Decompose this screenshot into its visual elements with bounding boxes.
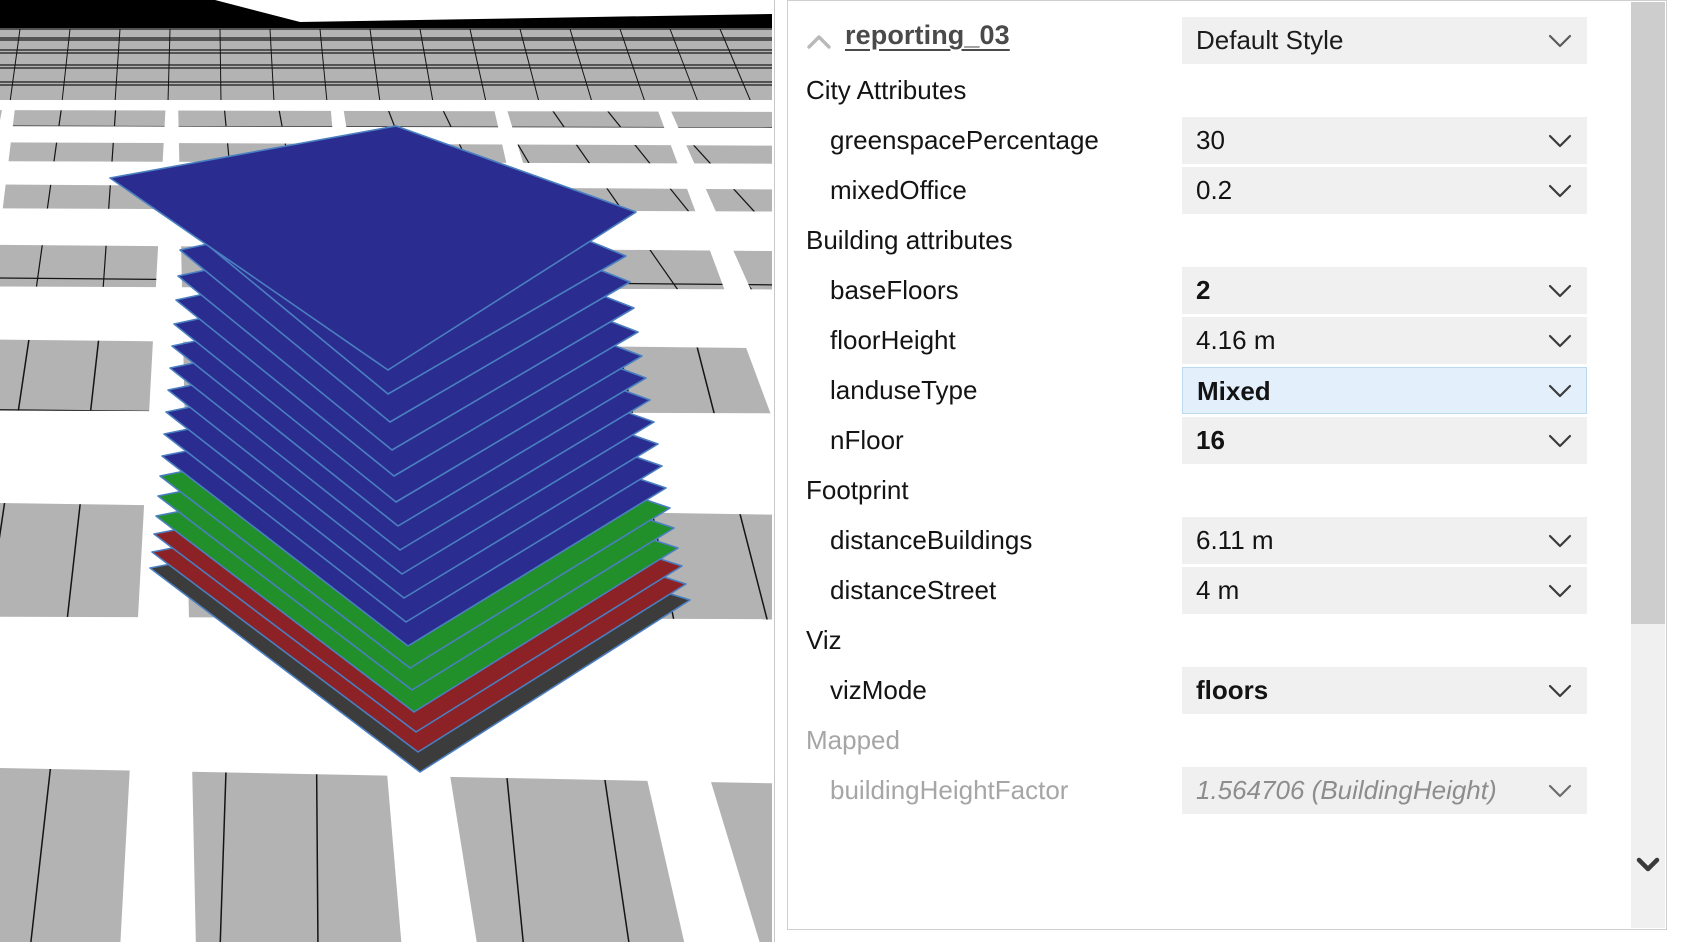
chevron-down-icon — [1547, 282, 1573, 300]
style-dropdown-value: Default Style — [1196, 25, 1343, 56]
scrollbar-thumb[interactable] — [1631, 2, 1665, 624]
attribute-label: buildingHeightFactor — [830, 775, 1068, 806]
attribute-label: nFloor — [830, 425, 904, 456]
attribute-label: distanceStreet — [830, 575, 996, 606]
attribute-value-dropdown[interactable]: 0.2 — [1182, 167, 1587, 214]
attribute-label: vizMode — [830, 675, 927, 706]
attribute-value-dropdown[interactable]: 2 — [1182, 267, 1587, 314]
attribute-inspector-panel: reporting_03 Default Style City Attribut… — [787, 0, 1667, 930]
style-dropdown[interactable]: Default Style — [1182, 17, 1587, 64]
attribute-group-row: Mapped — [788, 717, 1666, 767]
attribute-value: floors — [1196, 675, 1268, 706]
attribute-value: 2 — [1196, 275, 1210, 306]
attribute-value: 30 — [1196, 125, 1225, 156]
attribute-value-dropdown[interactable]: floors — [1182, 667, 1587, 714]
attribute-label: landuseType — [830, 375, 977, 406]
chevron-up-icon[interactable] — [806, 31, 832, 53]
chevron-down-icon — [1547, 432, 1573, 450]
group-label: Footprint — [806, 475, 909, 506]
inspector-header: reporting_03 Default Style — [788, 17, 1666, 67]
3d-scene — [0, 0, 772, 942]
attribute-row: floorHeight 4.16 m — [788, 317, 1666, 367]
attribute-row: buildingHeightFactor 1.564706 (BuildingH… — [788, 767, 1666, 817]
chevron-down-icon — [1547, 332, 1573, 350]
attribute-row: distanceStreet 4 m — [788, 567, 1666, 617]
group-label: Mapped — [806, 725, 900, 756]
chevron-down-icon — [1547, 182, 1573, 200]
vertical-scrollbar[interactable] — [1631, 2, 1665, 928]
attribute-row: nFloor 16 — [788, 417, 1666, 467]
attribute-value-dropdown[interactable]: 4.16 m — [1182, 317, 1587, 364]
attribute-value-dropdown[interactable]: 30 — [1182, 117, 1587, 164]
window-right-margin — [1668, 0, 1700, 942]
attribute-value: 6.11 m — [1196, 525, 1274, 556]
attribute-group-row: City Attributes — [788, 67, 1666, 117]
attribute-label: baseFloors — [830, 275, 959, 306]
panel-splitter[interactable] — [774, 0, 775, 942]
3d-city-viewport[interactable] — [0, 0, 772, 942]
attribute-value: 16 — [1196, 425, 1225, 456]
attribute-row: mixedOffice 0.2 — [788, 167, 1666, 217]
chevron-down-icon — [1635, 855, 1661, 878]
attribute-label: floorHeight — [830, 325, 956, 356]
chevron-down-icon — [1547, 682, 1573, 700]
attribute-label: mixedOffice — [830, 175, 967, 206]
attribute-rows: City Attributes greenspacePercentage 30 … — [788, 67, 1666, 817]
attribute-value: 0.2 — [1196, 175, 1232, 206]
attribute-label: distanceBuildings — [830, 525, 1032, 556]
attribute-row: greenspacePercentage 30 — [788, 117, 1666, 167]
attribute-row-selected: landuseType Mixed — [788, 367, 1666, 417]
attribute-group-row: Footprint — [788, 467, 1666, 517]
attribute-value: 4.16 m — [1196, 325, 1276, 356]
group-label: City Attributes — [806, 75, 966, 106]
scrollbar-down-button[interactable] — [1631, 844, 1665, 888]
attribute-group-row: Building attributes — [788, 217, 1666, 267]
attribute-group-row: Viz — [788, 617, 1666, 667]
chevron-down-icon — [1547, 132, 1573, 150]
attribute-value: 1.564706 (BuildingHeight) — [1196, 775, 1497, 806]
chevron-down-icon — [1547, 32, 1573, 50]
group-label: Viz — [806, 625, 842, 656]
attribute-label: greenspacePercentage — [830, 125, 1099, 156]
attribute-value: 4 m — [1196, 575, 1239, 606]
chevron-down-icon — [1547, 782, 1573, 800]
group-label: Building attributes — [806, 225, 1013, 256]
attribute-value-dropdown[interactable]: Mixed — [1182, 367, 1587, 414]
attribute-value-dropdown[interactable]: 6.11 m — [1182, 517, 1587, 564]
chevron-down-icon — [1547, 532, 1573, 550]
rule-file-title[interactable]: reporting_03 — [845, 20, 1010, 51]
chevron-down-icon — [1547, 582, 1573, 600]
attribute-value-dropdown[interactable]: 4 m — [1182, 567, 1587, 614]
chevron-down-icon — [1547, 382, 1573, 400]
inspector-window: reporting_03 Default Style City Attribut… — [0, 0, 1700, 942]
attribute-value-dropdown[interactable]: 16 — [1182, 417, 1587, 464]
attribute-row: vizMode floors — [788, 667, 1666, 717]
attribute-row: distanceBuildings 6.11 m — [788, 517, 1666, 567]
attribute-row: baseFloors 2 — [788, 267, 1666, 317]
attribute-value-dropdown[interactable]: 1.564706 (BuildingHeight) — [1182, 767, 1587, 814]
attribute-value: Mixed — [1197, 376, 1271, 407]
